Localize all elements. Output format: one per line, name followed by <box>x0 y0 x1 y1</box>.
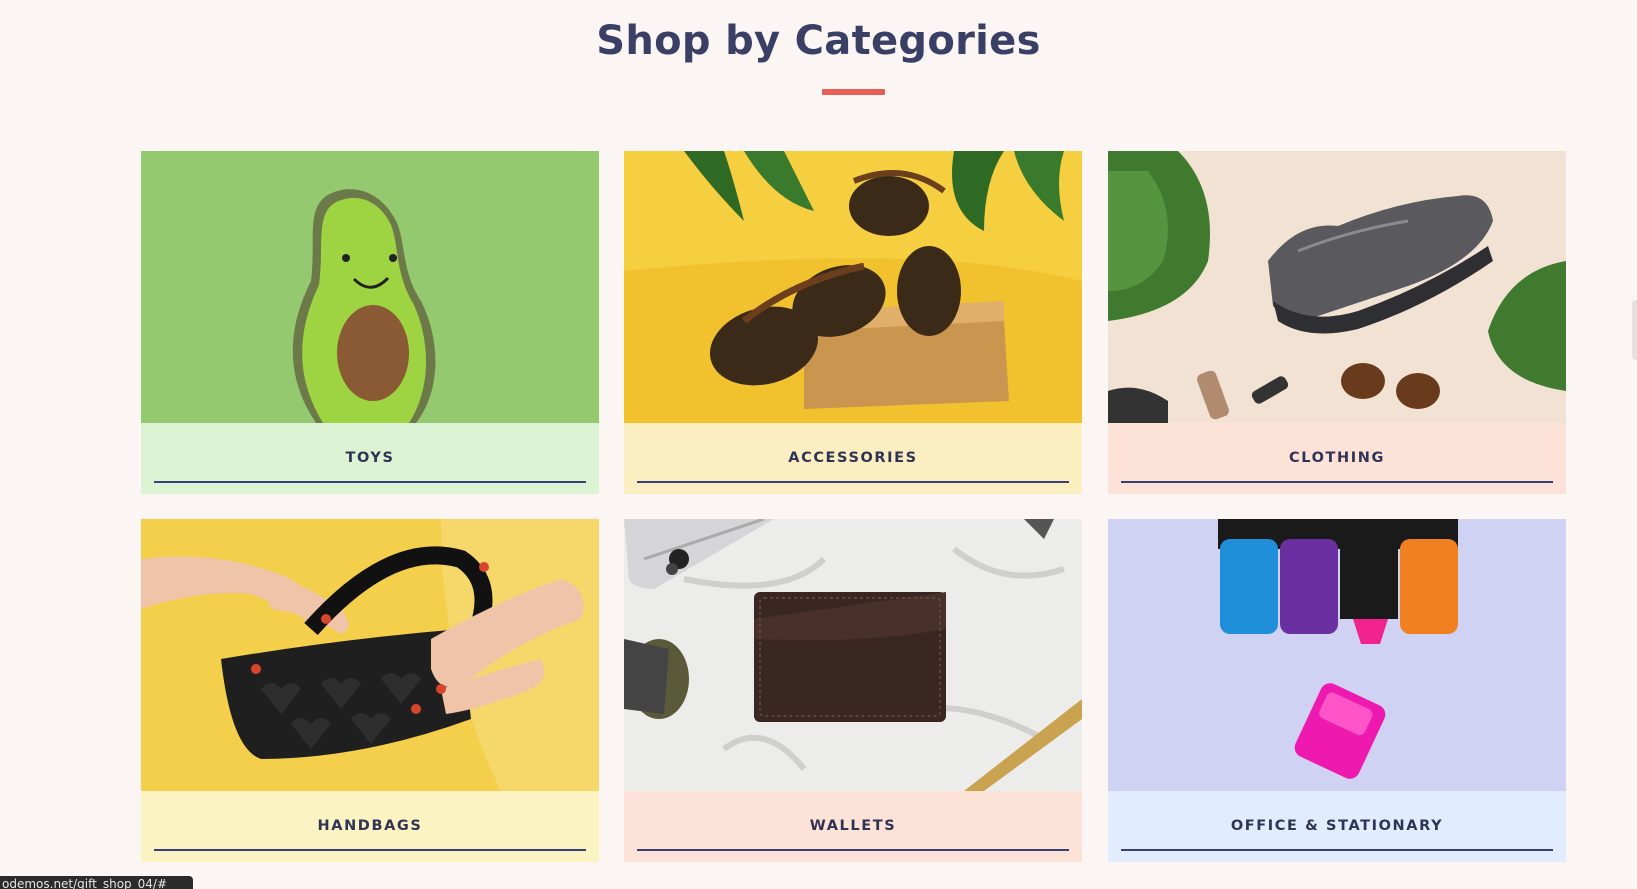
avocado-plush-image <box>141 151 599 423</box>
label-underline <box>637 849 1069 851</box>
category-label[interactable]: ACCESSORIES <box>624 450 1082 466</box>
category-label[interactable]: WALLETS <box>624 818 1082 834</box>
category-card-wallets[interactable]: WALLETS <box>624 519 1082 862</box>
category-label[interactable]: TOYS <box>141 450 599 466</box>
label-underline <box>154 849 586 851</box>
category-label[interactable]: OFFICE & STATIONARY <box>1108 818 1566 834</box>
status-bar-url: odemos.net/gift_shop_04/# <box>0 876 193 889</box>
card-footer: CLOTHING <box>1108 423 1566 494</box>
category-card-accessories[interactable]: ACCESSORIES <box>624 151 1082 494</box>
card-footer: OFFICE & STATIONARY <box>1108 791 1566 862</box>
label-underline <box>1121 849 1553 851</box>
handbag-image <box>141 519 599 791</box>
label-underline <box>1121 481 1553 483</box>
page: Shop by Categories TOYS ACCESSORIES CLOT… <box>0 0 1637 889</box>
category-label[interactable]: CLOTHING <box>1108 450 1566 466</box>
wallet-image <box>624 519 1082 791</box>
card-footer: HANDBAGS <box>141 791 599 862</box>
category-card-office-stationary[interactable]: OFFICE & STATIONARY <box>1108 519 1566 862</box>
highlighters-image <box>1108 519 1566 791</box>
category-card-clothing[interactable]: CLOTHING <box>1108 151 1566 494</box>
card-footer: WALLETS <box>624 791 1082 862</box>
section-title: Shop by Categories <box>596 18 1041 64</box>
card-footer: ACCESSORIES <box>624 423 1082 494</box>
sneaker-image <box>1108 151 1566 423</box>
category-card-toys[interactable]: TOYS <box>141 151 599 494</box>
sunglasses-image <box>624 151 1082 423</box>
card-footer: TOYS <box>141 423 599 494</box>
category-label[interactable]: HANDBAGS <box>141 818 599 834</box>
label-underline <box>154 481 586 483</box>
scroll-edge <box>1632 300 1637 360</box>
title-underline <box>822 89 885 95</box>
label-underline <box>637 481 1069 483</box>
category-card-handbags[interactable]: HANDBAGS <box>141 519 599 862</box>
